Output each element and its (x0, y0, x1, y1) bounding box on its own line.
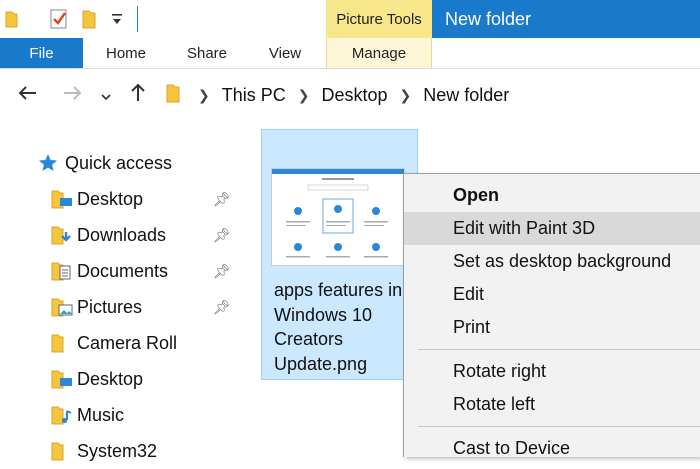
sidebar-item-desktop-2[interactable]: Desktop (0, 361, 238, 397)
window-title: New folder (432, 0, 700, 38)
menu-item-edit-with-paint-3d[interactable]: Edit with Paint 3D (404, 212, 700, 245)
tab-home[interactable]: Home (95, 38, 157, 68)
up-button[interactable] (126, 80, 150, 110)
back-button[interactable] (12, 80, 42, 110)
folder-icon (166, 82, 180, 109)
forward-arrow-icon (63, 84, 83, 107)
folder-icon (5, 9, 18, 34)
chevron-right-icon: ❯ (399, 86, 412, 103)
picture-tools-label: Picture Tools (326, 0, 432, 38)
menu-item-print[interactable]: Print (404, 311, 700, 344)
sidebar-item-camera-roll[interactable]: Camera Roll (0, 325, 238, 361)
sidebar-item-label: Documents (77, 260, 169, 281)
sidebar-item-label: Desktop (77, 368, 144, 389)
up-arrow-icon (130, 82, 146, 108)
menu-item-edit[interactable]: Edit (404, 278, 700, 311)
tab-file[interactable]: File (0, 38, 83, 68)
desktop-folder-icon (51, 368, 73, 395)
image-thumbnail (271, 168, 405, 266)
sidebar-item-label: System32 (77, 440, 158, 461)
menu-item-cast-to-device[interactable]: Cast to Device (404, 432, 700, 465)
breadcrumb-new-folder[interactable]: New folder (423, 85, 509, 106)
sidebar-item-label: Downloads (77, 224, 167, 245)
file-name-line: Creators (274, 329, 344, 349)
sidebar-item-label: Desktop (77, 188, 144, 209)
pictures-folder-icon (51, 296, 73, 323)
sidebar-item-music[interactable]: Music (0, 397, 238, 433)
menu-separator (418, 426, 700, 427)
breadcrumb-this-pc[interactable]: This PC (222, 85, 286, 106)
breadcrumb-desktop[interactable]: Desktop (321, 85, 387, 106)
tab-share[interactable]: Share (177, 38, 237, 68)
new-folder-icon[interactable] (82, 8, 96, 35)
menu-item-rotate-left[interactable]: Rotate left (404, 388, 700, 421)
sidebar-item-label: Camera Roll (77, 332, 178, 353)
sidebar-item-label: Music (77, 404, 125, 425)
music-folder-icon (51, 404, 73, 431)
pin-icon[interactable]: 📌︎ (213, 191, 231, 208)
pin-icon[interactable]: 📌︎ (213, 299, 231, 316)
sidebar-item-desktop[interactable]: Desktop 📌︎ (0, 181, 238, 217)
sidebar-item-pictures[interactable]: Pictures 📌︎ (0, 289, 238, 325)
tab-view[interactable]: View (255, 38, 315, 68)
chevron-right-icon: ❯ (297, 86, 310, 103)
file-name-line: Windows 10 (274, 304, 373, 325)
file-name: apps features in Windows 10 Creators Upd… (274, 278, 404, 376)
menu-item-rotate-right[interactable]: Rotate right (404, 355, 700, 388)
folder-icon (51, 332, 73, 359)
pin-icon[interactable]: 📌︎ (213, 263, 231, 280)
sidebar-item-label: Quick access (65, 152, 173, 173)
tab-manage[interactable]: Manage (326, 38, 432, 68)
chevron-right-icon: ❯ (198, 86, 210, 103)
recent-locations-button[interactable] (97, 80, 115, 110)
menu-separator (418, 349, 700, 350)
sidebar-item-label: Pictures (77, 296, 143, 317)
chevron-down-icon (101, 84, 111, 107)
menu-item-set-desktop-background[interactable]: Set as desktop background (404, 245, 700, 278)
back-arrow-icon (17, 84, 37, 107)
address-bar[interactable]: ❯ This PC ❯ Desktop ❯ New folder (160, 78, 700, 112)
properties-icon[interactable] (49, 8, 69, 35)
sidebar-item-quick-access[interactable]: Quick access (0, 145, 238, 181)
sidebar-item-documents[interactable]: Documents 📌︎ (0, 253, 238, 289)
forward-button[interactable] (58, 80, 88, 110)
sidebar-item-system32[interactable]: System32 (0, 433, 238, 469)
desktop-folder-icon (51, 188, 73, 215)
folder-icon (51, 440, 73, 467)
sidebar-item-downloads[interactable]: Downloads 📌︎ (0, 217, 238, 253)
customize-toolbar-icon[interactable] (111, 12, 123, 31)
menu-item-open[interactable]: Open (404, 179, 700, 212)
file-name-line: apps features in (274, 280, 403, 300)
file-name-line: Update.png (274, 353, 368, 374)
downloads-folder-icon (51, 224, 73, 251)
documents-folder-icon (51, 260, 73, 287)
title-separator (137, 6, 138, 32)
pin-icon[interactable]: 📌︎ (213, 227, 231, 244)
star-icon (38, 153, 58, 178)
